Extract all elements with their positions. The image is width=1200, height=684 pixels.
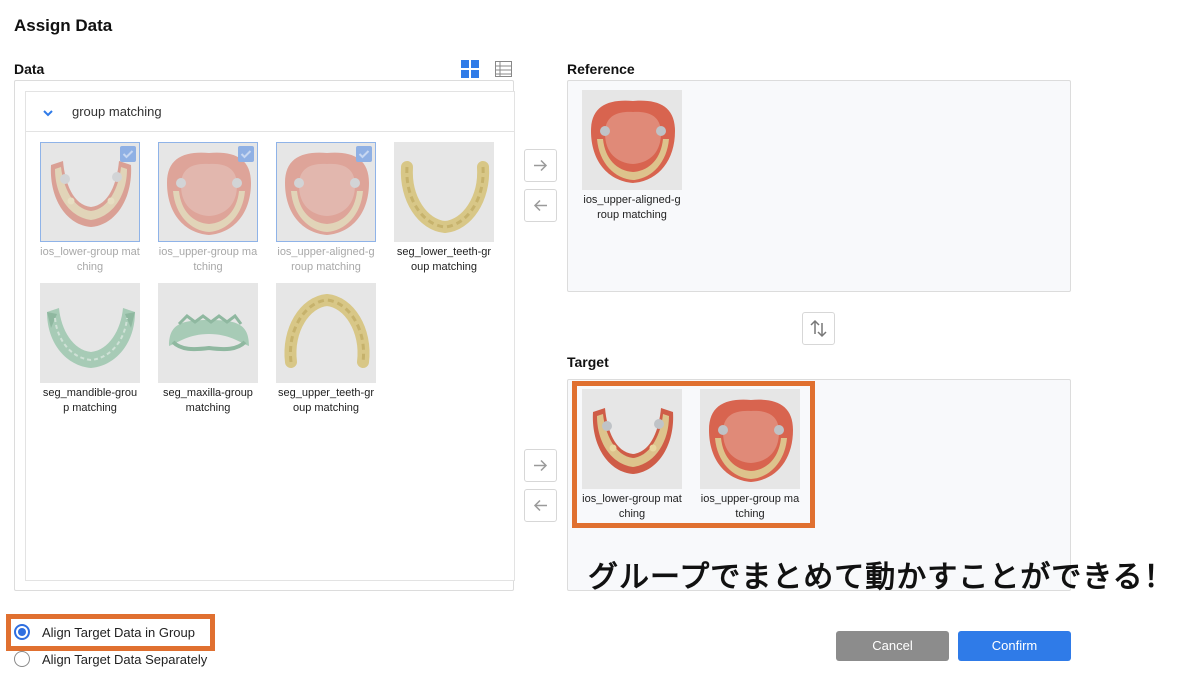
reference-item-card[interactable]: ios_upper-aligned-group matching xyxy=(582,90,682,223)
reference-panel: ios_upper-aligned-group matching xyxy=(567,80,1071,292)
data-item-label: ios_upper-aligned-group matching xyxy=(277,246,375,273)
scan-thumbnail xyxy=(276,142,376,242)
list-view-icon[interactable] xyxy=(495,61,512,77)
arrow-left-icon xyxy=(533,199,547,212)
annotation-text: グループでまとめて動かすことができる！ xyxy=(588,560,1175,595)
checkbox-checked-icon[interactable] xyxy=(120,146,136,162)
align-in-group-option[interactable]: Align Target Data in Group xyxy=(14,624,195,640)
remove-from-reference-button[interactable] xyxy=(524,189,557,222)
upper-teeth-segment-icon xyxy=(277,284,376,383)
arrow-right-icon xyxy=(534,459,548,472)
align-in-group-label: Align Target Data in Group xyxy=(42,624,195,640)
group-name: group matching xyxy=(72,104,162,119)
target-group-highlight xyxy=(572,381,815,528)
move-to-target-button[interactable] xyxy=(524,449,557,482)
reference-item-label: ios_upper-aligned-group matching xyxy=(583,194,681,221)
chevron-down-icon[interactable] xyxy=(41,106,55,118)
scan-thumbnail xyxy=(158,283,258,383)
swap-reference-target-button[interactable] xyxy=(802,312,835,345)
upper-jaw-scan-icon xyxy=(583,91,682,190)
checkbox-checked-icon[interactable] xyxy=(238,146,254,162)
mandible-segment-icon xyxy=(41,284,140,383)
data-panel-label: Data xyxy=(14,61,45,77)
data-item-label: seg_lower_teeth-group matching xyxy=(396,246,492,273)
scan-thumbnail xyxy=(40,142,140,242)
scan-thumbnail xyxy=(40,283,140,383)
scan-thumbnail xyxy=(158,142,258,242)
maxilla-segment-icon xyxy=(159,284,258,383)
scan-thumbnail xyxy=(394,142,494,242)
lower-teeth-segment-icon xyxy=(395,143,494,242)
data-panel: group matching ios_lower-group matching … xyxy=(14,80,515,591)
arrow-right-icon xyxy=(534,159,548,172)
align-separately-option[interactable]: Align Target Data Separately xyxy=(14,651,207,667)
group-header[interactable]: group matching xyxy=(26,92,514,132)
cancel-button[interactable]: Cancel xyxy=(836,631,949,661)
reference-panel-label: Reference xyxy=(567,61,635,77)
data-item-label: seg_maxilla-group matching xyxy=(163,387,253,414)
data-item-label: seg_upper_teeth-group matching xyxy=(277,387,374,414)
confirm-button[interactable]: Confirm xyxy=(958,631,1071,661)
data-item-card[interactable]: seg_upper_teeth-group matching xyxy=(276,283,376,416)
data-item-card[interactable]: ios_upper-group matching xyxy=(158,142,258,275)
grid-view-icon[interactable] xyxy=(461,60,479,78)
target-panel-label: Target xyxy=(567,354,609,370)
data-item-card[interactable]: seg_lower_teeth-group matching xyxy=(394,142,494,275)
data-item-card[interactable]: ios_lower-group matching xyxy=(40,142,140,275)
data-item-card[interactable]: ios_upper-aligned-group matching xyxy=(276,142,376,275)
radio-selected-icon[interactable] xyxy=(14,624,30,640)
radio-unselected-icon[interactable] xyxy=(14,651,30,667)
scan-thumbnail xyxy=(276,283,376,383)
data-item-label: seg_mandible-group matching xyxy=(42,387,138,414)
data-item-label: ios_upper-group matching xyxy=(158,246,258,273)
data-group-container: group matching ios_lower-group matching … xyxy=(25,91,515,581)
arrow-left-icon xyxy=(533,499,547,512)
move-to-reference-button[interactable] xyxy=(524,149,557,182)
scan-thumbnail xyxy=(582,90,682,190)
checkbox-checked-icon[interactable] xyxy=(356,146,372,162)
swap-vertical-icon xyxy=(810,319,827,338)
remove-from-target-button[interactable] xyxy=(524,489,557,522)
data-item-label: ios_lower-group matching xyxy=(40,246,140,273)
data-item-card[interactable]: seg_mandible-group matching xyxy=(40,283,140,416)
data-item-card[interactable]: seg_maxilla-group matching xyxy=(158,283,258,416)
align-separately-label: Align Target Data Separately xyxy=(42,651,208,667)
dialog-title: Assign Data xyxy=(14,16,113,35)
